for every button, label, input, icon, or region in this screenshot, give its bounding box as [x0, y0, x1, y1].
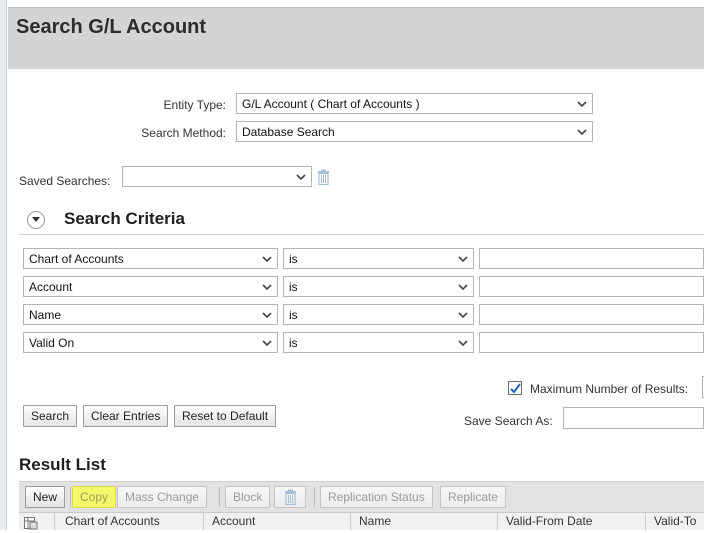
- max-results-label: Maximum Number of Results:: [530, 382, 689, 396]
- result-list-title: Result List: [19, 455, 106, 474]
- save-search-as-input[interactable]: [563, 407, 704, 429]
- saved-searches-label: Saved Searches:: [19, 174, 111, 188]
- criteria-field-value: Chart of Accounts: [29, 252, 124, 266]
- criteria-operator-value: is: [289, 336, 298, 350]
- new-button[interactable]: New: [25, 486, 66, 508]
- criteria-field-value: Name: [29, 308, 62, 322]
- criteria-operator-value: is: [289, 252, 298, 266]
- entity-type-value: G/L Account ( Chart of Accounts ): [242, 97, 420, 111]
- toolbar-separator: [219, 487, 220, 507]
- toolbar-separator: [314, 487, 315, 507]
- criteria-field-select[interactable]: Name: [23, 304, 278, 325]
- column-header[interactable]: Account: [212, 514, 255, 528]
- criteria-operator-value: is: [289, 308, 298, 322]
- reset-to-default-button[interactable]: Reset to Default: [174, 405, 277, 427]
- clear-entries-button[interactable]: Clear Entries: [83, 405, 169, 427]
- criteria-operator-select[interactable]: is: [283, 276, 474, 297]
- chevron-down-icon: [262, 282, 272, 292]
- chevron-down-icon: [577, 99, 587, 109]
- criteria-field-select[interactable]: Valid On: [23, 332, 278, 353]
- collapse-toggle-icon[interactable]: [27, 211, 45, 229]
- entity-type-select[interactable]: G/L Account ( Chart of Accounts ): [236, 93, 593, 114]
- criteria-field-select[interactable]: Account: [23, 276, 278, 297]
- search-method-select[interactable]: Database Search: [236, 121, 593, 142]
- criteria-operator-value: is: [289, 280, 298, 294]
- column-header[interactable]: Valid-To: [654, 514, 696, 528]
- chevron-down-icon: [458, 310, 468, 320]
- entity-type-label: Entity Type:: [163, 98, 226, 112]
- chevron-down-icon: [262, 254, 272, 264]
- chevron-down-icon: [458, 254, 468, 264]
- save-search-as-label: Save Search As:: [464, 414, 553, 428]
- column-header[interactable]: Chart of Accounts: [65, 514, 160, 528]
- search-button[interactable]: Search: [23, 405, 78, 427]
- toolbar-separator: [70, 487, 71, 507]
- chevron-down-icon: [458, 282, 468, 292]
- replicate-button[interactable]: Replicate: [440, 486, 507, 508]
- block-button[interactable]: Block: [225, 486, 271, 508]
- chevron-down-icon: [458, 338, 468, 348]
- criteria-field-value: Valid On: [29, 336, 75, 350]
- table-settings-icon[interactable]: [24, 517, 38, 533]
- criteria-value-input[interactable]: [479, 248, 704, 269]
- chevron-down-icon: [577, 127, 587, 137]
- chevron-down-icon: [296, 172, 306, 182]
- criteria-field-value: Account: [29, 280, 73, 294]
- mass-change-button[interactable]: Mass Change: [117, 486, 208, 508]
- criteria-value-input[interactable]: [479, 304, 704, 325]
- page-title: Search G/L Account: [16, 16, 207, 38]
- max-results-checkbox[interactable]: [508, 381, 522, 395]
- column-header[interactable]: Valid-From Date: [506, 514, 592, 528]
- delete-button[interactable]: [274, 486, 306, 508]
- section-divider: [19, 234, 704, 235]
- column-divider: [497, 512, 498, 530]
- criteria-operator-select[interactable]: is: [283, 248, 474, 269]
- criteria-operator-select[interactable]: is: [283, 304, 474, 325]
- trash-icon[interactable]: [317, 169, 330, 188]
- chevron-down-icon: [262, 310, 272, 320]
- chevron-down-icon: [262, 338, 272, 348]
- copy-button[interactable]: Copy: [72, 486, 117, 508]
- criteria-value-input[interactable]: [479, 276, 704, 297]
- column-divider: [350, 512, 351, 530]
- replication-status-button[interactable]: Replication Status: [320, 486, 433, 508]
- column-divider: [203, 512, 204, 530]
- criteria-operator-select[interactable]: is: [283, 332, 474, 353]
- column-divider: [645, 512, 646, 530]
- page-header: Search G/L Account: [8, 7, 704, 69]
- column-header[interactable]: Name: [359, 514, 391, 528]
- trash-icon: [285, 489, 296, 506]
- search-method-label: Search Method:: [141, 126, 226, 140]
- left-edge: [0, 0, 7, 530]
- search-criteria-title: Search Criteria: [64, 209, 185, 228]
- criteria-value-input[interactable]: [479, 332, 704, 353]
- criteria-field-select[interactable]: Chart of Accounts: [23, 248, 278, 269]
- search-method-value: Database Search: [242, 125, 335, 139]
- app-frame: Search G/L Account Entity Type: G/L Acco…: [0, 0, 704, 530]
- checkmark-icon: [510, 383, 521, 394]
- column-divider: [54, 512, 55, 530]
- saved-searches-select[interactable]: [122, 166, 312, 187]
